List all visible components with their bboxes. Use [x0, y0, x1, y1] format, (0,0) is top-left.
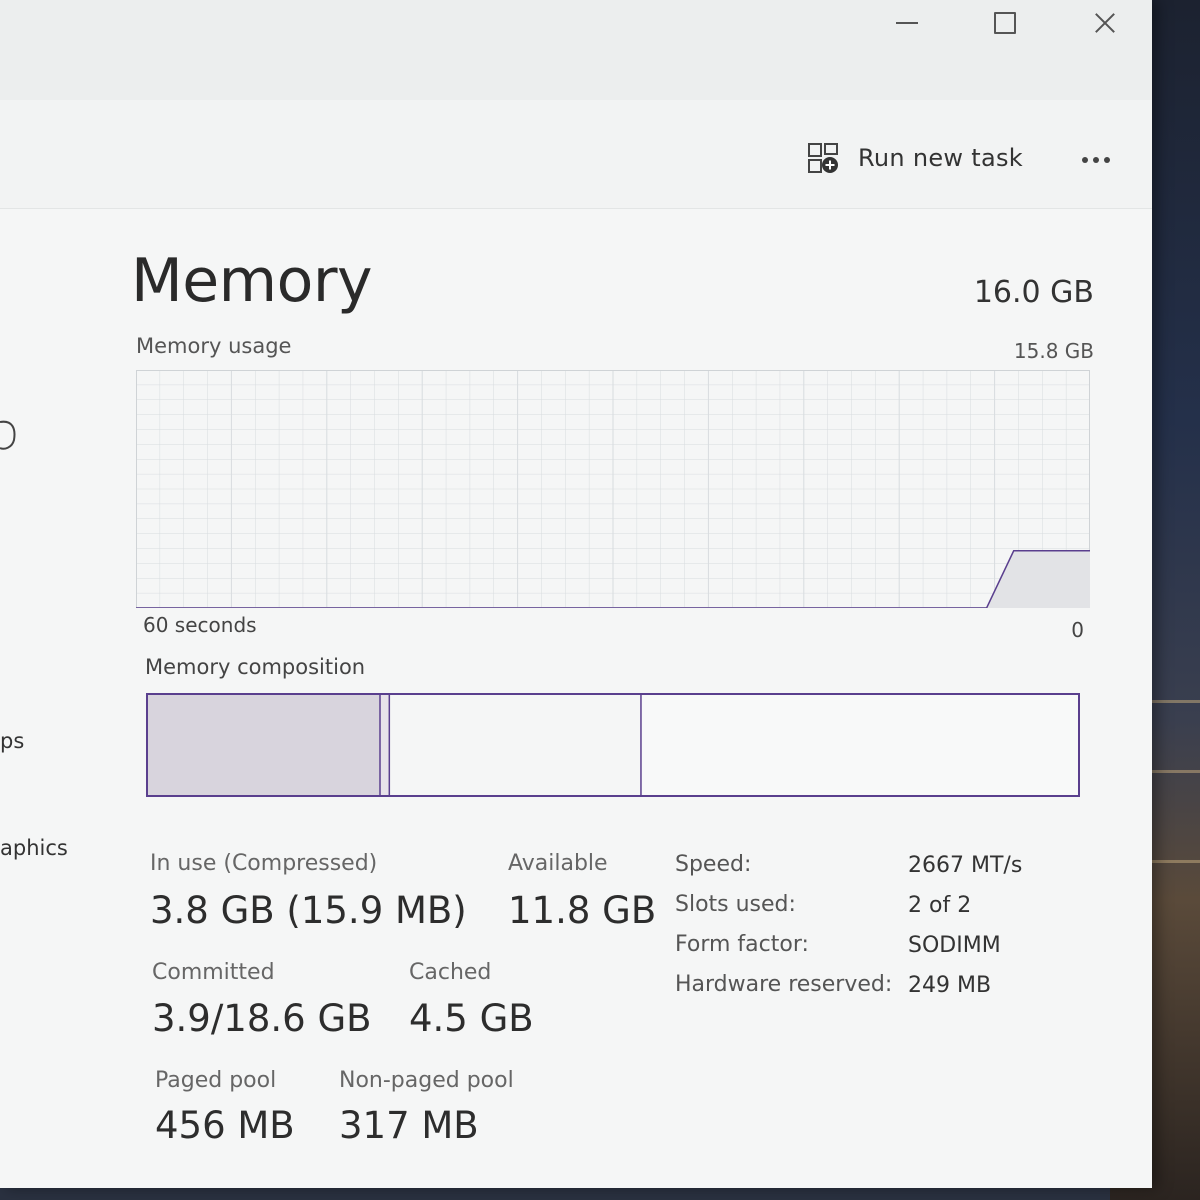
speed-value: 2667 MT/s — [908, 853, 1023, 878]
slots-used-label: Slots used: — [675, 892, 796, 917]
sidebar-icon-fragment[interactable] — [0, 418, 20, 452]
more-horizontal-icon-dot — [1093, 157, 1099, 163]
committed-label: Committed — [152, 960, 275, 985]
paged-pool-value: 456 MB — [155, 1104, 295, 1147]
task-manager-window: Run new task ps aphics Memory 16.0 GB Me… — [0, 0, 1152, 1188]
paged-pool-label: Paged pool — [155, 1068, 277, 1093]
close-button[interactable] — [1080, 4, 1130, 44]
form-factor-value: SODIMM — [908, 933, 1001, 958]
non-paged-pool-value: 317 MB — [339, 1104, 479, 1147]
minimize-button[interactable] — [882, 4, 932, 44]
cached-label: Cached — [409, 960, 492, 985]
composition-standby-segment — [389, 694, 641, 796]
available-label: Available — [508, 851, 608, 876]
slots-used-value: 2 of 2 — [908, 893, 972, 918]
sidebar-item-graphics[interactable]: aphics — [0, 836, 68, 860]
graph-grid — [136, 370, 1090, 608]
in-use-label: In use (Compressed) — [150, 851, 378, 876]
committed-value: 3.9/18.6 GB — [152, 997, 372, 1040]
run-task-icon — [808, 143, 838, 173]
speed-label: Speed: — [675, 852, 752, 877]
page-title: Memory — [131, 246, 373, 316]
memory-usage-graph — [136, 370, 1090, 608]
graph-zero-label: 0 — [1071, 618, 1084, 642]
run-new-task-button[interactable]: Run new task — [806, 136, 1023, 180]
non-paged-pool-label: Non-paged pool — [339, 1068, 514, 1093]
sidebar-item-apps[interactable]: ps — [0, 729, 24, 753]
more-horizontal-icon — [1082, 157, 1088, 163]
title-bar — [0, 0, 1152, 100]
composition-free-segment — [640, 694, 1079, 796]
memory-usage-max: 15.8 GB — [1013, 339, 1094, 363]
memory-composition-label: Memory composition — [145, 655, 366, 679]
more-horizontal-icon-dot — [1104, 157, 1110, 163]
maximize-button[interactable] — [980, 4, 1030, 44]
more-options-button[interactable] — [1068, 140, 1124, 180]
memory-composition-bar — [146, 693, 1080, 797]
memory-total: 16.0 GB — [973, 275, 1094, 310]
cached-value: 4.5 GB — [409, 997, 534, 1040]
hardware-reserved-value: 249 MB — [908, 973, 992, 998]
hardware-reserved-label: Hardware reserved: — [675, 972, 893, 997]
available-value: 11.8 GB — [508, 889, 657, 932]
memory-usage-label: Memory usage — [136, 334, 292, 358]
in-use-value: 3.8 GB (15.9 MB) — [150, 889, 467, 932]
graph-time-label: 60 seconds — [143, 613, 257, 637]
composition-in-use-segment — [147, 694, 380, 796]
composition-modified-segment — [380, 694, 390, 796]
run-new-task-label: Run new task — [858, 144, 1024, 172]
form-factor-label: Form factor: — [675, 932, 809, 957]
